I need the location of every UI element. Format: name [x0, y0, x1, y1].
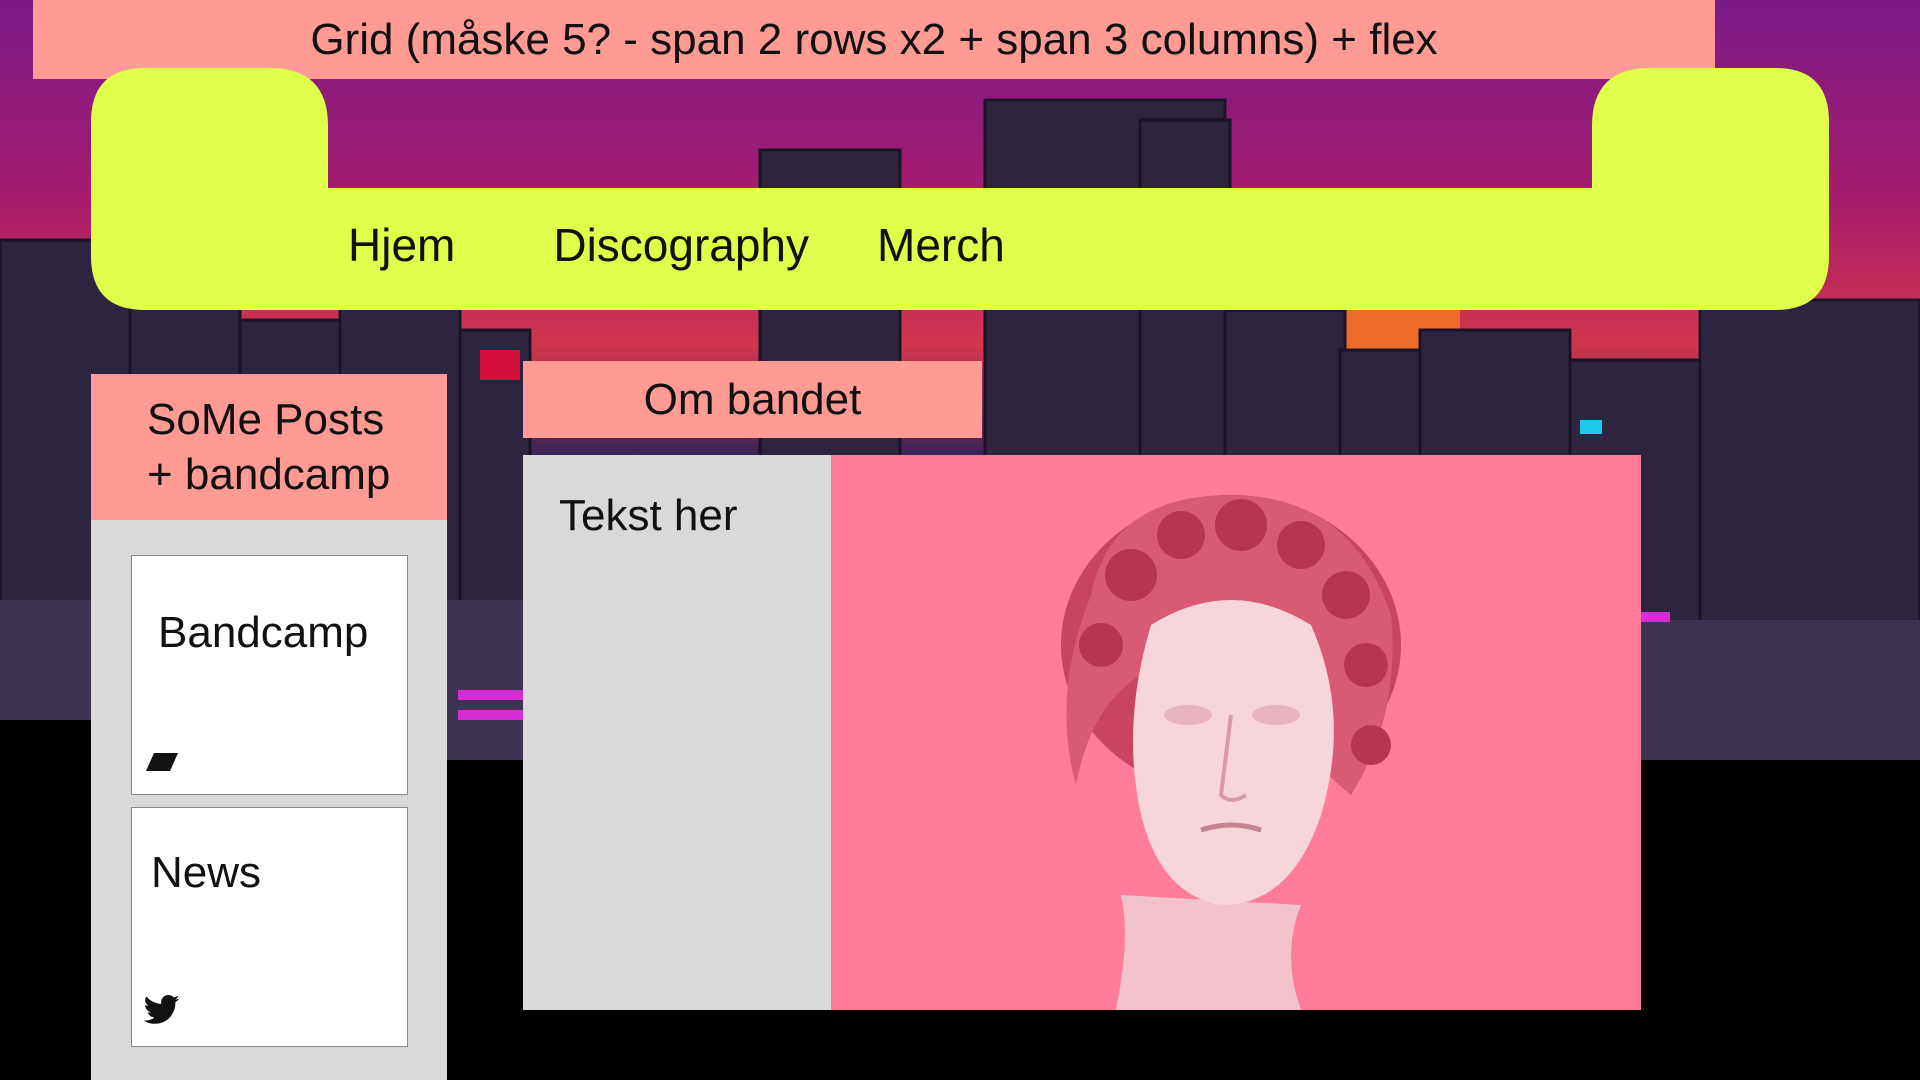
banner-title: Grid (måske 5? - span 2 rows x2 + span 3… — [310, 14, 1438, 64]
sidebar-heading: SoMe Posts + bandcamp — [91, 374, 447, 520]
twitter-icon — [143, 995, 180, 1030]
nav-shape — [91, 68, 1829, 310]
nav-links: Hjem Discography Merch — [348, 218, 1005, 272]
bandcamp-card-title: Bandcamp — [158, 608, 369, 657]
about-heading-text: Om bandet — [643, 374, 862, 424]
statue-bust-image — [831, 455, 1641, 1010]
sidebar-heading-line2: + bandcamp — [147, 450, 391, 499]
nav-item-discography[interactable]: Discography — [553, 218, 809, 272]
about-text: Tekst her — [559, 491, 738, 540]
news-card-title: News — [151, 848, 262, 897]
main-nav — [91, 68, 1829, 310]
bandcamp-icon — [144, 751, 180, 778]
bandcamp-card[interactable]: Bandcamp — [131, 555, 408, 795]
sidebar-heading-line1: SoMe Posts — [147, 395, 385, 444]
nav-item-merch[interactable]: Merch — [877, 218, 1005, 272]
about-heading: Om bandet — [523, 361, 982, 438]
news-card[interactable]: News — [131, 807, 408, 1047]
nav-item-hjem[interactable]: Hjem — [348, 218, 455, 272]
about-text-panel: Tekst her — [523, 455, 832, 1010]
statue-bust-graphic — [1061, 495, 1401, 1010]
